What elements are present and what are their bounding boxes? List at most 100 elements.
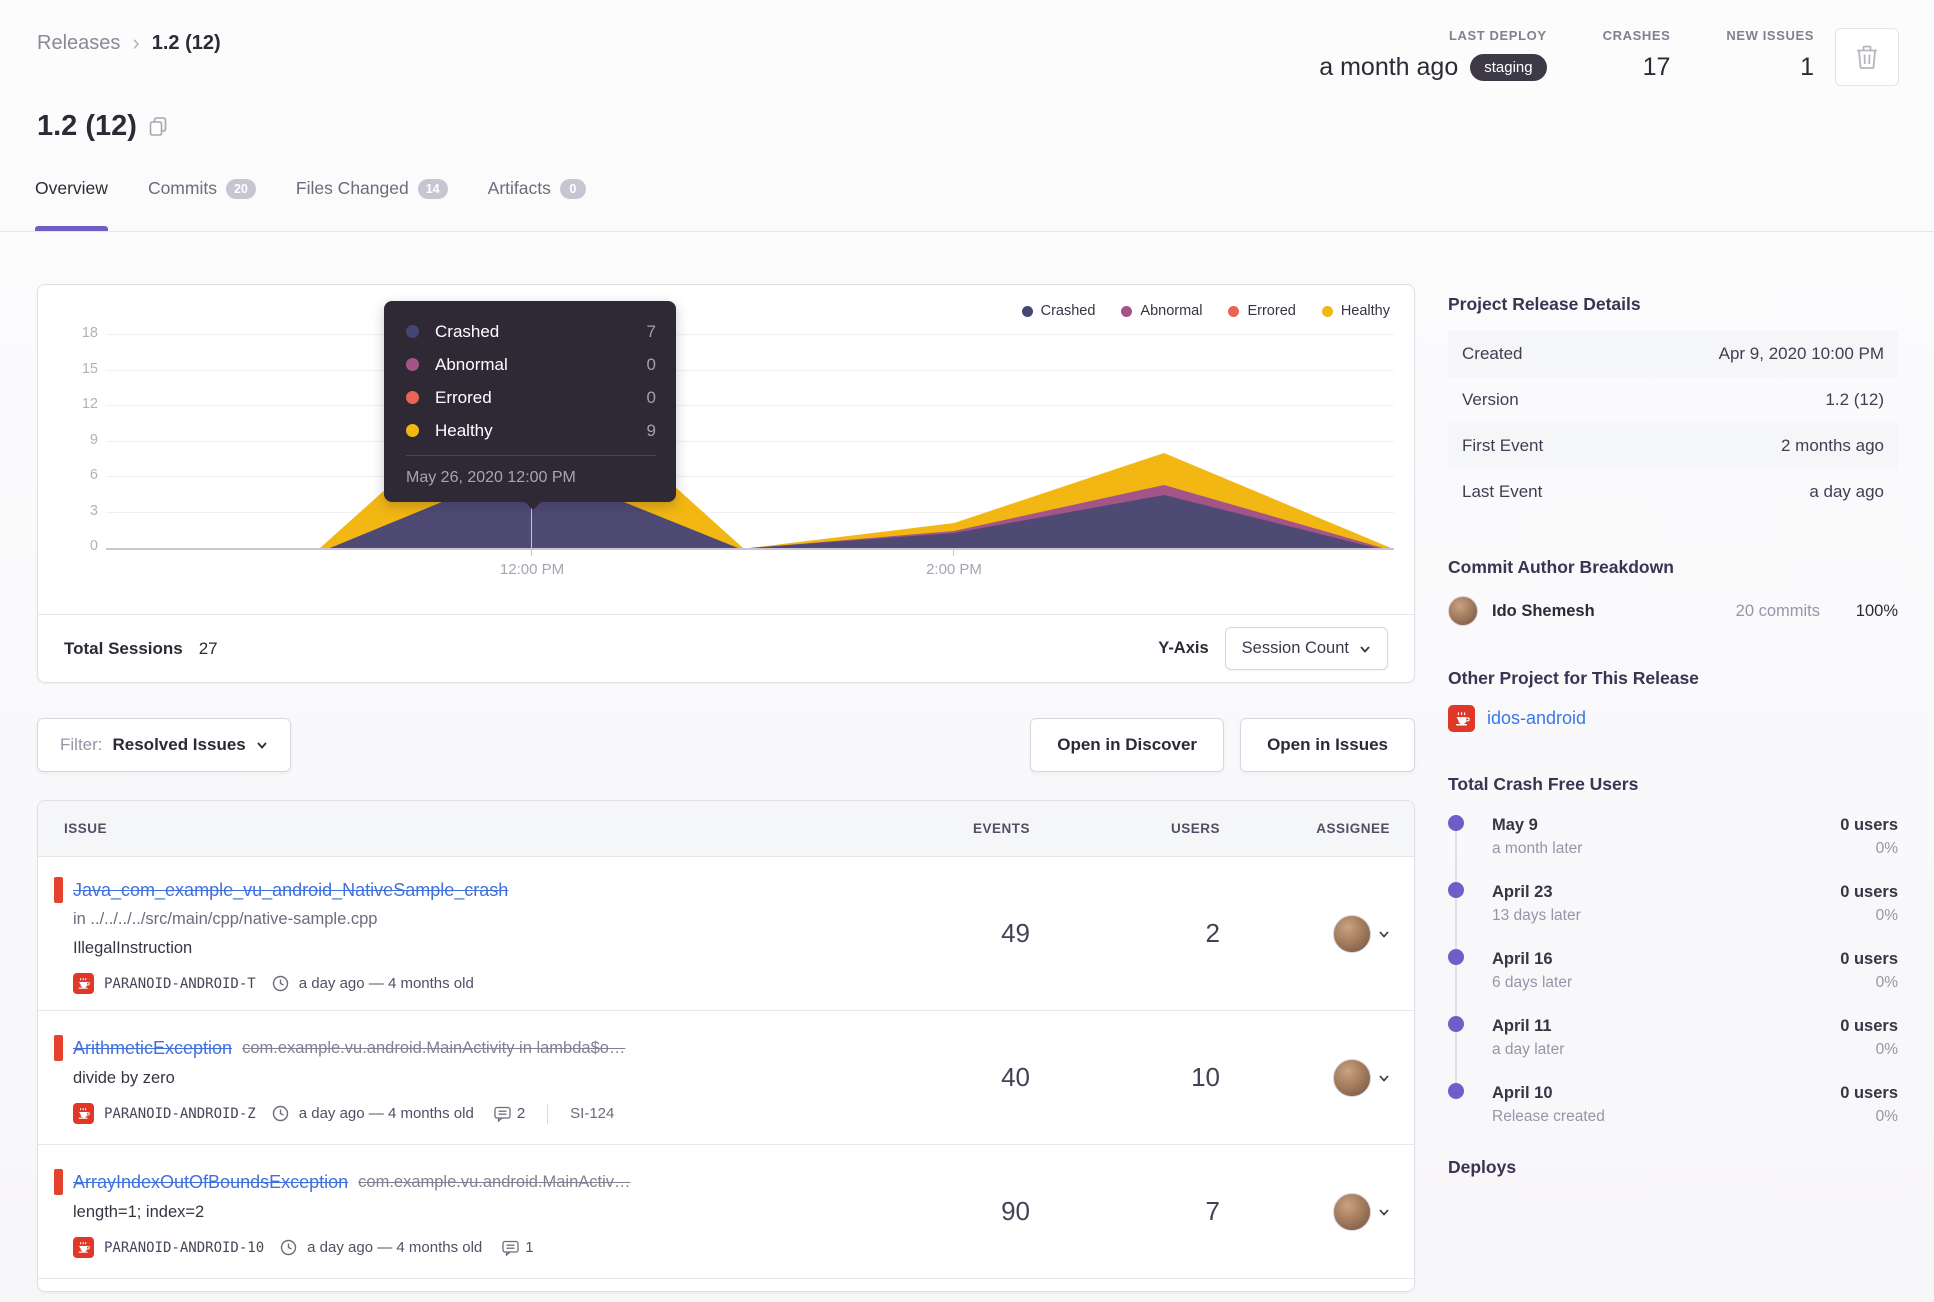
copy-icon[interactable] bbox=[149, 116, 167, 137]
stat-new-issues: NEW ISSUES 1 bbox=[1726, 28, 1814, 82]
project-icon bbox=[73, 1103, 94, 1124]
comments-count: 1 bbox=[502, 1239, 534, 1256]
comment-icon bbox=[502, 1240, 519, 1256]
y-tick: 0 bbox=[89, 538, 98, 554]
x-tickmark bbox=[531, 549, 532, 556]
issue-title-link[interactable]: ArithmeticException bbox=[73, 1033, 232, 1063]
issue-events-count: 90 bbox=[1001, 1196, 1030, 1226]
timeline-dot-icon bbox=[1448, 882, 1464, 898]
issue-level-marker bbox=[54, 1035, 63, 1061]
x-tickmark bbox=[953, 549, 954, 556]
detail-row-last-event: Last Event a day ago bbox=[1462, 482, 1884, 501]
detail-row-first-event: First Event 2 months ago bbox=[1448, 423, 1898, 469]
issue-events-count: 40 bbox=[1001, 1062, 1030, 1092]
tooltip-row-crashed: Crashed 7 bbox=[406, 315, 656, 348]
tab-files-changed[interactable]: Files Changed 14 bbox=[296, 178, 448, 231]
breadcrumb-current: 1.2 (12) bbox=[151, 31, 221, 54]
chevron-down-icon bbox=[1378, 928, 1390, 940]
issue-message: IllegalInstruction bbox=[73, 939, 193, 957]
crash-free-timeline: May 90 users a month later 0% April 23 0 u… bbox=[1448, 813, 1898, 1129]
open-in-discover-button[interactable]: Open in Discover bbox=[1030, 718, 1225, 772]
legend-errored[interactable]: Errored bbox=[1228, 303, 1296, 319]
y-tick: 9 bbox=[89, 432, 98, 448]
assignee-avatar bbox=[1333, 914, 1371, 953]
tooltip-row-errored: Errored 0 bbox=[406, 381, 656, 414]
other-project-row: idos-android bbox=[1448, 705, 1898, 732]
tab-commits[interactable]: Commits 20 bbox=[148, 178, 256, 231]
tooltip-row-healthy: Healthy 9 bbox=[406, 414, 656, 447]
sessions-chart[interactable]: 18 15 12 9 6 3 0 12:00 PM 2:00 PM Crashe… bbox=[38, 285, 1414, 614]
timeline-dot-icon bbox=[1448, 815, 1464, 831]
tooltip-date: May 26, 2020 12:00 PM bbox=[406, 469, 576, 486]
author-avatar bbox=[1448, 596, 1478, 626]
chevron-down-icon bbox=[1359, 643, 1371, 655]
stacked-area-series bbox=[320, 358, 1391, 548]
chevron-down-icon bbox=[1378, 1206, 1390, 1218]
chevron-down-icon bbox=[1378, 1072, 1390, 1084]
chevron-right-icon: › bbox=[132, 30, 140, 55]
project-slug[interactable]: PARANOID-ANDROID-10 bbox=[104, 1240, 264, 1256]
files-changed-count-badge: 14 bbox=[417, 178, 448, 199]
delete-release-button[interactable] bbox=[1835, 28, 1899, 86]
release-version-title: 1.2 (12) bbox=[37, 110, 137, 142]
release-details-heading: Project Release Details bbox=[1448, 294, 1641, 314]
stat-last-deploy: LAST DEPLOY a month ago staging bbox=[1319, 28, 1547, 82]
issue-row[interactable]: ArrayIndexOutOfBoundsException com.examp… bbox=[38, 1145, 1414, 1279]
y-tick: 18 bbox=[81, 325, 98, 341]
assignee-selector[interactable] bbox=[1220, 914, 1390, 953]
issue-age: a day ago — 4 months old bbox=[307, 1239, 483, 1256]
assignee-avatar bbox=[1333, 1192, 1371, 1231]
issue-row[interactable]: Java_com_example_vu_android_NativeSample… bbox=[38, 857, 1414, 1011]
issue-message: divide by zero bbox=[73, 1069, 175, 1087]
comment-icon bbox=[494, 1106, 511, 1122]
project-slug[interactable]: PARANOID-ANDROID-Z bbox=[104, 1106, 256, 1122]
issue-subtitle: com.example.vu.android.MainActivity in l… bbox=[242, 1039, 626, 1057]
project-icon bbox=[1448, 705, 1475, 732]
y-tick: 15 bbox=[81, 361, 98, 377]
timeline-item: April 23 0 users 13 days later 0% bbox=[1448, 880, 1898, 928]
timeline-item: May 90 users a month later 0% bbox=[1448, 813, 1898, 861]
environment-badge: staging bbox=[1470, 54, 1547, 81]
legend-crashed[interactable]: Crashed bbox=[1021, 303, 1095, 319]
chevron-down-icon bbox=[256, 739, 268, 751]
other-project-link[interactable]: idos-android bbox=[1487, 708, 1586, 729]
chart-footer: Total Sessions 27 Y-Axis Session Count bbox=[38, 614, 1414, 682]
assignee-selector[interactable] bbox=[1220, 1192, 1390, 1231]
stat-crashes: CRASHES 17 bbox=[1603, 28, 1671, 82]
comments-count: 2 bbox=[494, 1105, 525, 1122]
issue-level-marker bbox=[54, 877, 63, 903]
legend-healthy[interactable]: Healthy bbox=[1321, 303, 1390, 319]
issue-age: a day ago — 4 months old bbox=[298, 1105, 474, 1122]
open-in-issues-button[interactable]: Open in Issues bbox=[1240, 718, 1415, 772]
tabbar-divider bbox=[0, 231, 1934, 232]
issue-short-id: SI-124 bbox=[570, 1105, 615, 1122]
issue-events-count: 49 bbox=[1001, 918, 1030, 948]
commit-authors-heading: Commit Author Breakdown bbox=[1448, 557, 1674, 577]
breadcrumb: Releases › 1.2 (12) bbox=[37, 30, 221, 56]
y-axis-select[interactable]: Session Count bbox=[1224, 627, 1388, 670]
healthy-dot-icon bbox=[406, 424, 419, 437]
deploys-heading: Deploys bbox=[1448, 1157, 1517, 1177]
legend-abnormal[interactable]: Abnormal bbox=[1121, 303, 1202, 319]
issue-title-link[interactable]: ArrayIndexOutOfBoundsException bbox=[73, 1167, 348, 1197]
page-title: 1.2 (12) bbox=[37, 110, 167, 143]
breadcrumb-releases[interactable]: Releases bbox=[37, 32, 120, 55]
tab-artifacts[interactable]: Artifacts 0 bbox=[488, 178, 586, 231]
issue-row[interactable]: ArithmeticException com.example.vu.andro… bbox=[38, 1011, 1414, 1145]
issue-message: length=1; index=2 bbox=[73, 1203, 205, 1221]
tab-overview[interactable]: Overview bbox=[35, 178, 108, 231]
chart-tooltip: Crashed 7 Abnormal 0 Errored 0 Healthy 9… bbox=[384, 301, 676, 510]
errored-dot-icon bbox=[1228, 305, 1240, 317]
trash-icon bbox=[1856, 45, 1878, 69]
issues-toolbar: Filter: Resolved Issues Open in Discover… bbox=[37, 718, 1415, 772]
filter-dropdown[interactable]: Filter: Resolved Issues bbox=[37, 718, 291, 772]
project-slug[interactable]: PARANOID-ANDROID-T bbox=[104, 976, 256, 992]
issue-users-count: 10 bbox=[1191, 1062, 1220, 1092]
assignee-selector[interactable] bbox=[1220, 1058, 1390, 1097]
column-issue: ISSUE bbox=[64, 821, 108, 836]
issue-title-link[interactable]: Java_com_example_vu_android_NativeSample… bbox=[73, 875, 508, 905]
new-issues-label: NEW ISSUES bbox=[1726, 28, 1814, 43]
crashed-dot-icon bbox=[1021, 305, 1033, 317]
other-project-heading: Other Project for This Release bbox=[1448, 668, 1699, 688]
column-users: USERS bbox=[1170, 821, 1220, 836]
